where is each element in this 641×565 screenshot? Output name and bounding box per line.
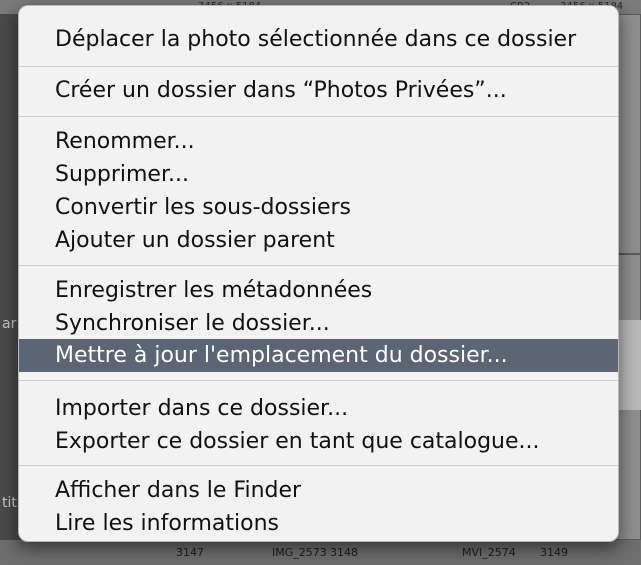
- menu-item-show-in-finder[interactable]: Afficher dans le Finder: [19, 474, 618, 507]
- photo-index: 3147: [176, 546, 204, 559]
- menu-item-add-parent-folder[interactable]: Ajouter un dossier parent: [19, 224, 618, 257]
- photo-index: 3148: [330, 546, 358, 559]
- menu-item-rename[interactable]: Renommer...: [19, 125, 618, 158]
- menu-item-update-folder-location[interactable]: Mettre à jour l'emplacement du dossier..…: [19, 339, 618, 372]
- photo-filename: MVI_2574: [462, 546, 516, 559]
- menu-separator: [19, 465, 618, 466]
- menu-item-move-photo-here[interactable]: Déplacer la photo sélectionnée dans ce d…: [19, 23, 618, 56]
- left-panel-text: ar: [2, 316, 17, 332]
- folder-context-menu: Déplacer la photo sélectionnée dans ce d…: [18, 5, 619, 542]
- menu-separator: [19, 380, 618, 381]
- menu-item-export-as-catalog[interactable]: Exporter ce dossier en tant que catalogu…: [19, 425, 618, 458]
- menu-item-convert-subfolders[interactable]: Convertir les sous-dossiers: [19, 191, 618, 224]
- menu-item-delete[interactable]: Supprimer...: [19, 158, 618, 191]
- menu-separator: [19, 66, 618, 67]
- photo-filename: IMG_2573: [272, 546, 327, 559]
- menu-item-save-metadata[interactable]: Enregistrer les métadonnées: [19, 274, 618, 307]
- menu-item-import-to-folder[interactable]: Importer dans ce dossier...: [19, 392, 618, 425]
- menu-item-synchronize-folder[interactable]: Synchroniser le dossier...: [19, 307, 618, 340]
- menu-item-get-info[interactable]: Lire les informations: [19, 507, 618, 540]
- menu-item-create-folder[interactable]: Créer un dossier dans “Photos Privées”..…: [19, 74, 618, 107]
- menu-separator: [19, 265, 618, 266]
- photo-index: 3149: [540, 546, 568, 559]
- menu-separator: [19, 116, 618, 117]
